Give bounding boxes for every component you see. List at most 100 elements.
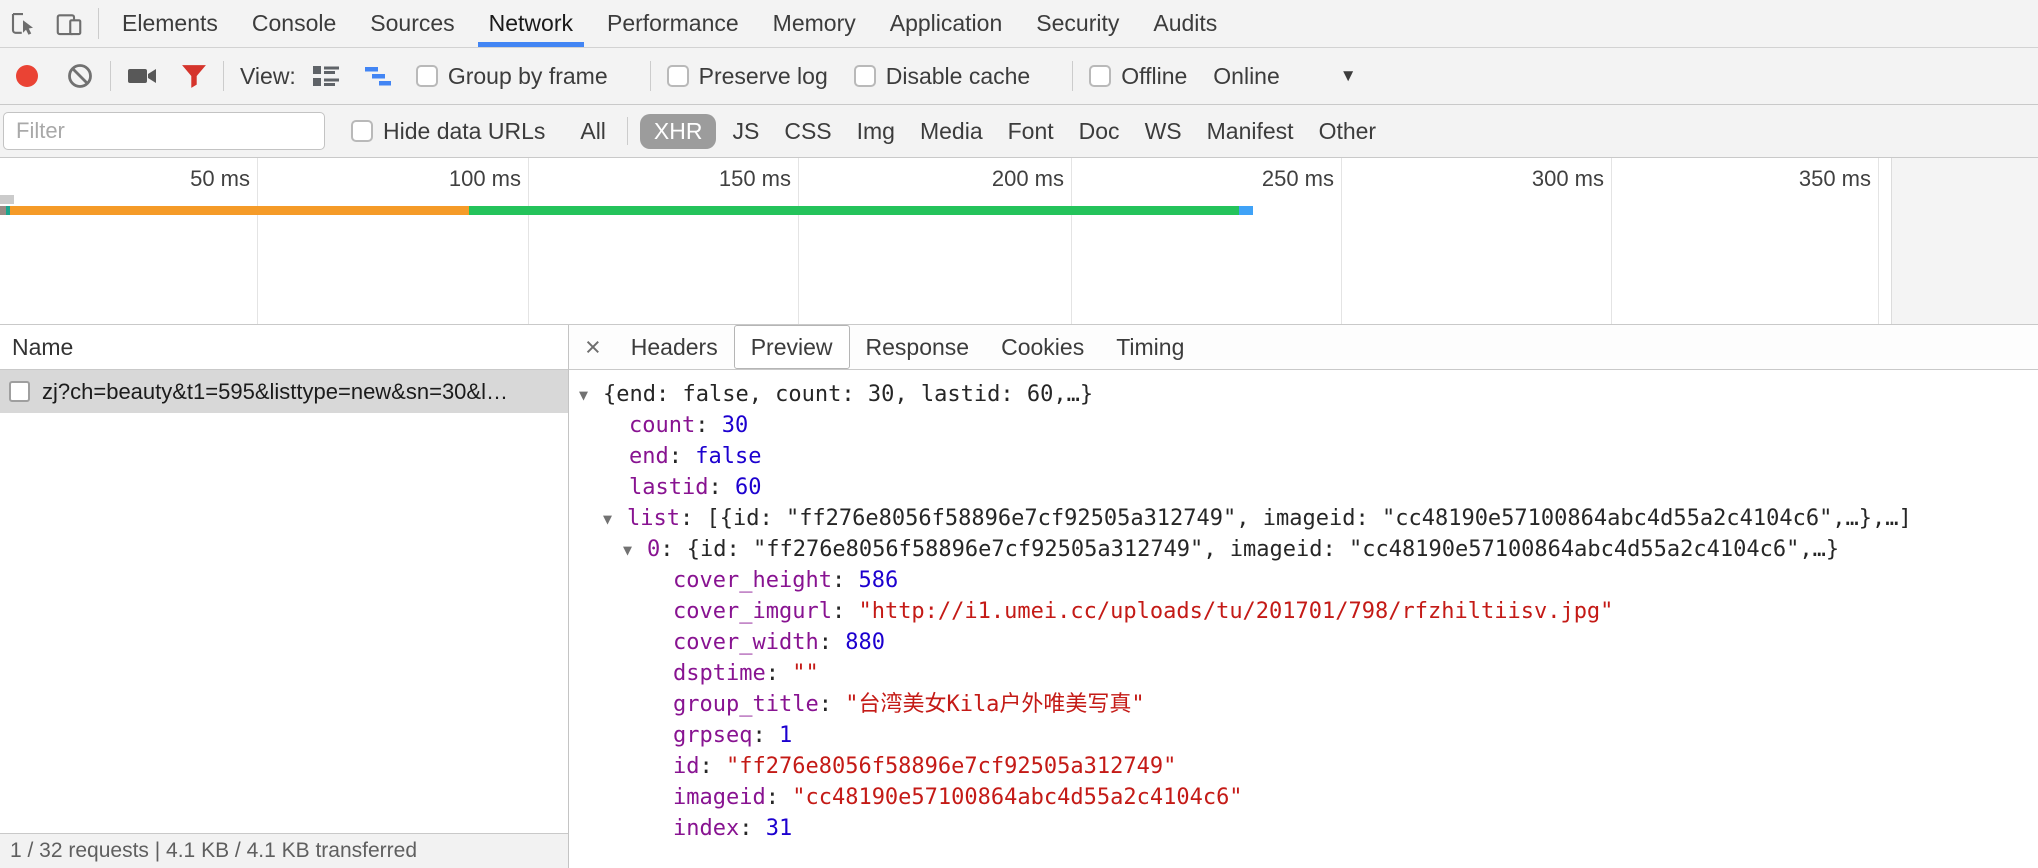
json-key: imageid: [673, 785, 766, 810]
json-tree-row[interactable]: ▼{end: false, count: 30, lastid: 60,…}: [569, 379, 2038, 410]
tab-sources[interactable]: Sources: [353, 0, 471, 47]
json-value: 1: [779, 723, 792, 748]
hide-data-urls-checkbox[interactable]: [351, 120, 373, 142]
json-tree-row[interactable]: id: "ff276e8056f58896e7cf92505a312749": [569, 751, 2038, 782]
filter-type-xhr[interactable]: XHR: [640, 114, 717, 149]
json-tree-row[interactable]: dsptime: "": [569, 658, 2038, 689]
detail-tab-response[interactable]: Response: [850, 325, 986, 369]
request-row[interactable]: zj?ch=beauty&t1=595&listtype=new&sn=30&l…: [0, 370, 568, 413]
json-text: :: [819, 692, 846, 717]
filter-input[interactable]: [3, 112, 325, 150]
overview-segment-content-download: [469, 206, 1239, 215]
json-tree-row[interactable]: lastid: 60: [569, 472, 2038, 503]
detail-tab-preview[interactable]: Preview: [734, 325, 850, 369]
json-tree-row[interactable]: ▼list: [{id: "ff276e8056f58896e7cf92505a…: [569, 503, 2038, 534]
json-tree-row[interactable]: count: 30: [569, 410, 2038, 441]
filter-type-css[interactable]: CSS: [775, 114, 840, 149]
json-tree-row[interactable]: cover_height: 586: [569, 565, 2038, 596]
json-key: index: [673, 816, 739, 841]
timeline-tick-label: 150 ms: [719, 166, 791, 192]
json-key: grpseq: [673, 723, 752, 748]
group-by-frame-toggle[interactable]: Group by frame: [416, 63, 608, 90]
clear-icon: [66, 62, 94, 90]
json-tree-row[interactable]: grpseq: 1: [569, 720, 2038, 751]
tab-console[interactable]: Console: [235, 0, 353, 47]
tab-audits[interactable]: Audits: [1136, 0, 1234, 47]
disable-cache-checkbox[interactable]: [854, 65, 876, 87]
json-tree-row[interactable]: group_title: "台湾美女Kila户外唯美写真": [569, 689, 2038, 720]
preserve-log-toggle[interactable]: Preserve log: [667, 63, 828, 90]
filter-type-img[interactable]: Img: [848, 114, 904, 149]
close-detail-button[interactable]: ×: [569, 334, 615, 361]
requests-panel: Name zj?ch=beauty&t1=595&listtype=new&sn…: [0, 325, 569, 868]
json-value: "http://i1.umei.cc/uploads/tu/201701/798…: [858, 599, 1613, 624]
tab-elements[interactable]: Elements: [105, 0, 235, 47]
filter-type-manifest[interactable]: Manifest: [1198, 114, 1303, 149]
group-by-frame-checkbox[interactable]: [416, 65, 438, 87]
filmstrip-button[interactable]: [127, 64, 157, 88]
json-value: 31: [766, 816, 793, 841]
request-list: zj?ch=beauty&t1=595&listtype=new&sn=30&l…: [0, 370, 568, 413]
json-text: :: [819, 630, 846, 655]
timeline-tick-label: 250 ms: [1262, 166, 1334, 192]
json-value: 586: [858, 568, 898, 593]
timeline-deadzone: [1891, 158, 2038, 324]
detail-tab-cookies[interactable]: Cookies: [985, 325, 1100, 369]
tab-memory[interactable]: Memory: [756, 0, 873, 47]
expand-arrow-icon[interactable]: ▼: [623, 535, 647, 566]
disable-cache-toggle[interactable]: Disable cache: [854, 63, 1030, 90]
hide-data-urls-toggle[interactable]: Hide data URLs: [351, 118, 545, 145]
tab-performance[interactable]: Performance: [590, 0, 756, 47]
request-overview-bar[interactable]: [0, 206, 1253, 215]
timeline-overview[interactable]: 50 ms100 ms150 ms200 ms250 ms300 ms350 m…: [0, 158, 2038, 325]
offline-toggle[interactable]: Offline: [1089, 63, 1187, 90]
timeline-tick-label: 50 ms: [190, 166, 250, 192]
tab-security[interactable]: Security: [1019, 0, 1136, 47]
filter-type-font[interactable]: Font: [999, 114, 1063, 149]
json-tree-row[interactable]: imageid: "cc48190e57100864abc4d55a2c4104…: [569, 782, 2038, 813]
device-toolbar-button[interactable]: [46, 0, 92, 47]
filter-type-all[interactable]: All: [571, 114, 615, 149]
json-tree-row[interactable]: ▼0: {id: "ff276e8056f58896e7cf92505a3127…: [569, 534, 2038, 565]
json-text: :: [739, 816, 766, 841]
json-tree-row[interactable]: end: false: [569, 441, 2038, 472]
json-tree-row[interactable]: index: 31: [569, 813, 2038, 844]
clear-button[interactable]: [66, 62, 94, 90]
json-value: 880: [845, 630, 885, 655]
json-text: : [{id: "ff276e8056f58896e7cf92505a31274…: [680, 506, 1912, 531]
name-column-header[interactable]: Name: [0, 325, 568, 370]
network-main: Name zj?ch=beauty&t1=595&listtype=new&sn…: [0, 325, 2038, 868]
json-tree-row[interactable]: cover_width: 880: [569, 627, 2038, 658]
filter-type-doc[interactable]: Doc: [1070, 114, 1129, 149]
expand-arrow-icon[interactable]: ▼: [603, 504, 627, 535]
json-key: group_title: [673, 692, 819, 717]
filter-type-other[interactable]: Other: [1310, 114, 1386, 149]
tab-network[interactable]: Network: [472, 0, 590, 47]
network-summary-bar: 1 / 32 requests | 4.1 KB / 4.1 KB transf…: [0, 833, 568, 868]
filter-type-ws[interactable]: WS: [1136, 114, 1191, 149]
tab-application[interactable]: Application: [873, 0, 1020, 47]
record-button[interactable]: [16, 65, 38, 87]
throttling-dropdown[interactable]: Online ▼: [1213, 63, 1356, 90]
expand-arrow-icon[interactable]: ▼: [579, 380, 603, 411]
request-row-checkbox[interactable]: [9, 381, 30, 402]
preserve-log-checkbox[interactable]: [667, 65, 689, 87]
preserve-log-label: Preserve log: [699, 63, 828, 90]
large-rows-toggle[interactable]: [312, 64, 340, 88]
offline-checkbox[interactable]: [1089, 65, 1111, 87]
inspect-element-button[interactable]: [0, 0, 46, 47]
json-text: : {id: "ff276e8056f58896e7cf92505a312749…: [660, 537, 1839, 562]
show-overview-toggle[interactable]: [364, 64, 392, 88]
json-text: :: [832, 599, 859, 624]
filter-type-js[interactable]: JS: [723, 114, 768, 149]
filter-button[interactable]: [181, 64, 207, 88]
json-value: false: [695, 444, 761, 469]
detail-tab-headers[interactable]: Headers: [615, 325, 734, 369]
json-tree-row[interactable]: cover_imgurl: "http://i1.umei.cc/uploads…: [569, 596, 2038, 627]
toolbar-divider: [1072, 61, 1073, 91]
timeline-gridline: [257, 158, 258, 324]
view-label: View:: [240, 63, 296, 90]
overview-segment-finish-marker: [1239, 206, 1253, 215]
detail-tab-timing[interactable]: Timing: [1100, 325, 1200, 369]
filter-type-media[interactable]: Media: [911, 114, 992, 149]
